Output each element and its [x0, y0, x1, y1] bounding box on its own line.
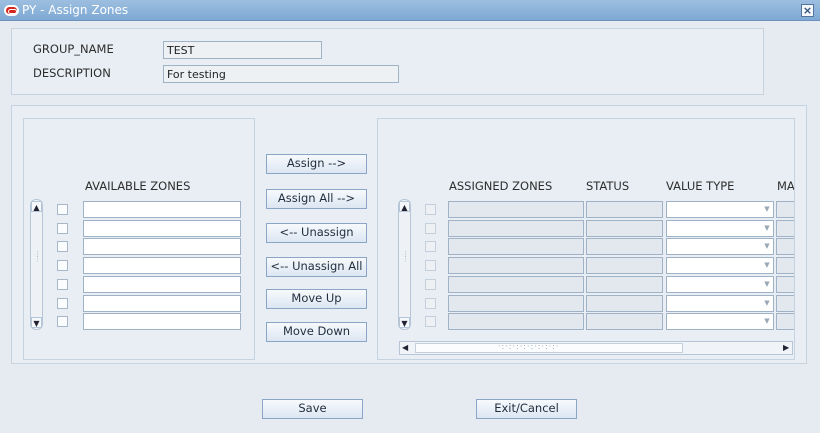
scroll-grip-icon: ⋮ ⋮: [402, 250, 409, 263]
row-checkbox[interactable]: [57, 297, 68, 309]
title-bar: PY - Assign Zones ×: [0, 0, 820, 21]
row-checkbox[interactable]: [425, 316, 436, 328]
status-field[interactable]: [586, 257, 663, 275]
truncated-column-field[interactable]: [776, 275, 794, 293]
row-checkbox[interactable]: [425, 241, 436, 253]
exit-cancel-button[interactable]: Exit/Cancel: [476, 399, 577, 419]
scroll-grip-icon: ⋮ ⋮: [34, 250, 41, 263]
value-type-dropdown[interactable]: ▼: [666, 313, 774, 331]
available-scrollbar[interactable]: ▲ ⋮ ⋮ ▼: [30, 199, 43, 330]
description-label: DESCRIPTION: [33, 66, 111, 80]
available-zone-field[interactable]: [83, 219, 241, 237]
assigned-zone-field[interactable]: [448, 313, 584, 331]
scroll-down-icon[interactable]: ▼: [31, 317, 42, 328]
zones-panel: AVAILABLE ZONES ▲ ⋮ ⋮ ▼ Assign --> Assign…: [11, 105, 807, 364]
group-name-label: GROUP_NAME: [33, 42, 114, 56]
available-zones-header: AVAILABLE ZONES: [85, 179, 191, 193]
available-zone-field[interactable]: [83, 313, 241, 331]
status-field[interactable]: [586, 275, 663, 293]
chevron-down-icon[interactable]: ▼: [761, 258, 773, 272]
value-type-dropdown[interactable]: ▼: [666, 238, 774, 256]
row-checkbox[interactable]: [57, 241, 68, 253]
available-zone-field[interactable]: [83, 294, 241, 312]
value-type-dropdown[interactable]: ▼: [666, 294, 774, 312]
available-zones-panel: AVAILABLE ZONES ▲ ⋮ ⋮ ▼: [23, 118, 255, 360]
scroll-down-icon[interactable]: ▼: [399, 317, 410, 328]
oracle-logo-icon: [4, 5, 19, 16]
assigned-zone-field[interactable]: [448, 201, 584, 218]
truncated-column-field[interactable]: [776, 238, 794, 256]
scroll-right-icon[interactable]: ▶: [783, 343, 789, 352]
status-field[interactable]: [586, 294, 663, 312]
row-checkbox[interactable]: [425, 297, 436, 309]
row-checkbox[interactable]: [425, 204, 436, 215]
available-zone-field[interactable]: [83, 257, 241, 275]
truncated-column-field[interactable]: [776, 294, 794, 312]
window-title: PY - Assign Zones: [22, 3, 129, 17]
assigned-zone-field[interactable]: [448, 294, 584, 312]
value-type-header: VALUE TYPE: [666, 179, 735, 193]
row-checkbox[interactable]: [57, 278, 68, 290]
scroll-left-icon[interactable]: ◀: [402, 343, 408, 352]
value-type-dropdown[interactable]: ▼: [666, 201, 774, 218]
value-type-dropdown[interactable]: ▼: [666, 257, 774, 275]
row-checkbox[interactable]: [57, 260, 68, 272]
assign-all-button[interactable]: Assign All -->: [266, 189, 367, 209]
available-zone-field[interactable]: [83, 238, 241, 256]
move-down-button[interactable]: Move Down: [266, 322, 367, 342]
truncated-column-field[interactable]: [776, 219, 794, 237]
assigned-zone-field[interactable]: [448, 238, 584, 256]
chevron-down-icon[interactable]: ▼: [761, 277, 773, 291]
description-field[interactable]: For testing: [163, 65, 399, 83]
scroll-thumb[interactable]: ·:·:·:·:·:·:·:·:·: [415, 342, 683, 353]
status-header: STATUS: [586, 179, 630, 193]
value-type-dropdown[interactable]: ▼: [666, 219, 774, 237]
row-checkbox[interactable]: [425, 260, 436, 272]
truncated-column-field[interactable]: [776, 313, 794, 331]
chevron-down-icon[interactable]: ▼: [761, 221, 773, 235]
assigned-zones-panel: ASSIGNED ZONES STATUS VALUE TYPE MA ▲ ⋮ ⋮…: [377, 118, 795, 360]
truncated-column-field[interactable]: [776, 201, 794, 218]
chevron-down-icon[interactable]: ▼: [761, 296, 773, 310]
status-field[interactable]: [586, 313, 663, 331]
status-field[interactable]: [586, 219, 663, 237]
horizontal-scrollbar[interactable]: ◀ ·:·:·:·:·:·:·:·:· ▶: [399, 341, 793, 355]
row-checkbox[interactable]: [425, 278, 436, 290]
chevron-down-icon[interactable]: ▼: [761, 202, 773, 216]
scroll-up-icon[interactable]: ▲: [399, 201, 410, 212]
chevron-down-icon[interactable]: ▼: [761, 239, 773, 253]
truncated-column-header: MA: [777, 179, 795, 193]
value-type-dropdown[interactable]: ▼: [666, 275, 774, 293]
row-checkbox[interactable]: [57, 316, 68, 328]
row-checkbox[interactable]: [425, 222, 436, 234]
status-field[interactable]: [586, 201, 663, 218]
available-zone-field[interactable]: [83, 201, 241, 218]
assigned-scrollbar[interactable]: ▲ ⋮ ⋮ ▼: [398, 199, 411, 330]
assigned-zones-header: ASSIGNED ZONES: [449, 179, 553, 193]
close-button[interactable]: ×: [801, 4, 814, 17]
assigned-zone-field[interactable]: [448, 275, 584, 293]
unassign-all-button[interactable]: <-- Unassign All: [266, 257, 367, 277]
assigned-zone-field[interactable]: [448, 257, 584, 275]
scroll-up-icon[interactable]: ▲: [31, 201, 42, 212]
move-up-button[interactable]: Move Up: [266, 289, 367, 309]
scroll-grip-icon: ·:·:·:·:·:·:·:·:·: [498, 342, 560, 351]
save-button[interactable]: Save: [262, 399, 363, 419]
status-field[interactable]: [586, 238, 663, 256]
chevron-down-icon[interactable]: ▼: [761, 314, 773, 328]
available-zone-field[interactable]: [83, 275, 241, 293]
assign-button[interactable]: Assign -->: [266, 154, 367, 174]
unassign-button[interactable]: <-- Unassign: [266, 223, 367, 243]
assigned-zone-field[interactable]: [448, 219, 584, 237]
row-checkbox[interactable]: [57, 222, 68, 234]
header-panel: GROUP_NAME TEST DESCRIPTION For testing: [11, 28, 764, 95]
row-checkbox[interactable]: [57, 204, 68, 215]
group-name-field[interactable]: TEST: [163, 41, 322, 59]
truncated-column-field[interactable]: [776, 257, 794, 275]
